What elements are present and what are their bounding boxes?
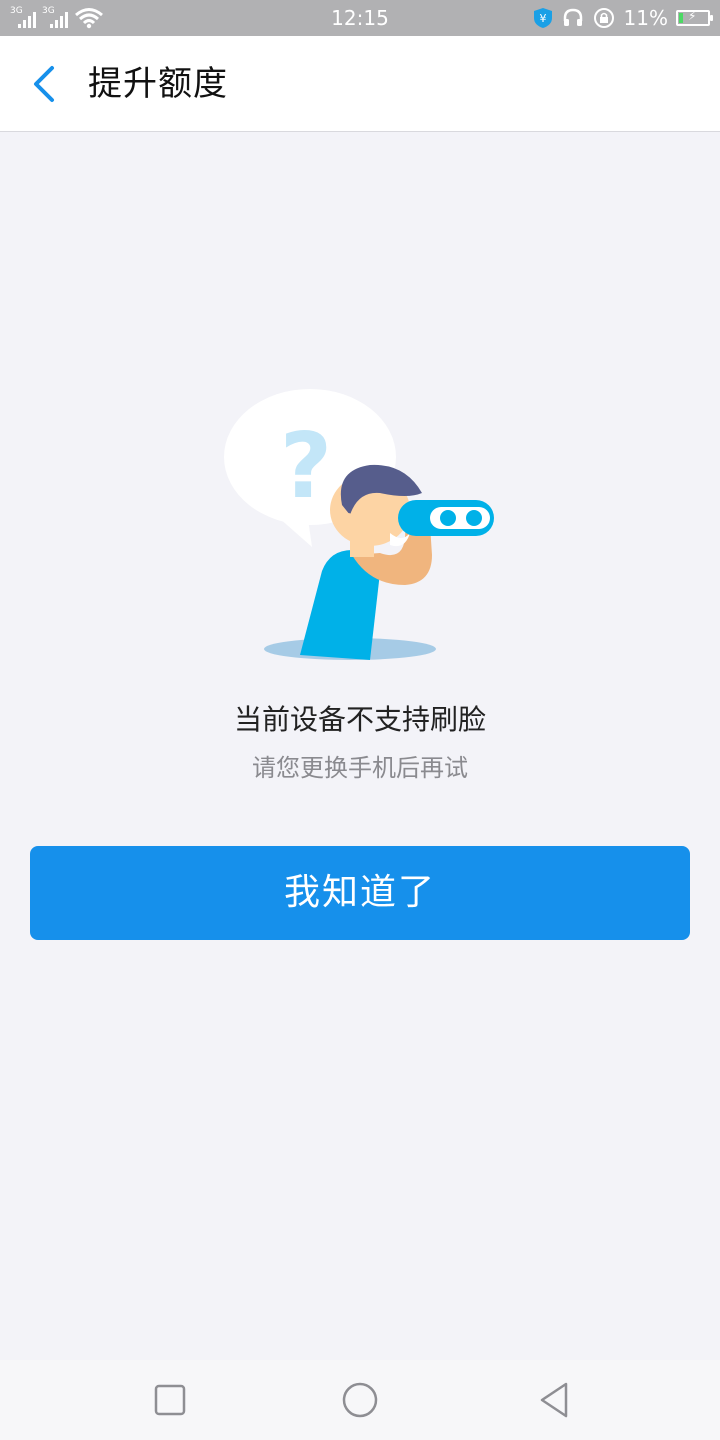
person-with-binoculars-question-illustration: ? (224, 389, 494, 660)
unsupported-device-message: 当前设备不支持刷脸 (233, 703, 486, 736)
got-it-button[interactable]: 我知道了 (30, 846, 690, 940)
recent-apps-icon[interactable] (150, 1380, 190, 1420)
headset-icon (563, 8, 582, 26)
status-right: ¥ 11% ⚡ (532, 6, 713, 30)
status-bar: 3G 3G 12:15 ¥ 11% ⚡ (0, 0, 720, 36)
svg-text:¥: ¥ (539, 12, 546, 25)
page-title: 提升额度 (88, 64, 228, 104)
battery-percent: 11% (623, 6, 668, 30)
back-icon[interactable] (534, 1380, 574, 1420)
rotation-lock-icon (593, 8, 614, 28)
chevron-left-icon (34, 66, 54, 102)
home-icon[interactable] (340, 1380, 380, 1420)
shield-yen-icon: ¥ (533, 8, 552, 28)
back-button[interactable] (22, 62, 66, 106)
question-mark-icon: ? (280, 414, 332, 519)
retry-hint-message: 请您更换手机后再试 (252, 754, 468, 782)
system-nav-bar (0, 1360, 720, 1440)
battery-icon: ⚡ (676, 9, 713, 26)
app-header: 提升额度 (0, 36, 720, 132)
